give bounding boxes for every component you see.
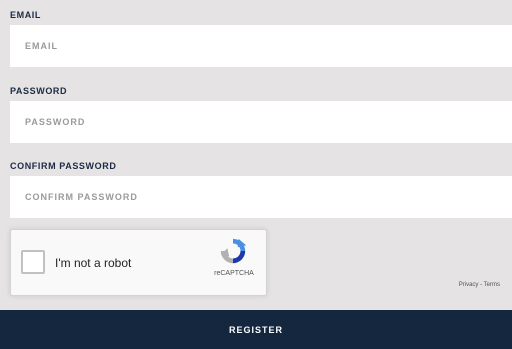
- captcha-privacy-terms-link[interactable]: Privacy - Terms: [459, 282, 500, 288]
- email-label: EMAIL: [10, 10, 41, 20]
- captcha-brand: reCAPTCHA: [214, 270, 254, 277]
- registration-form: EMAIL PASSWORD CONFIRM PASSWORD I'm not …: [0, 0, 512, 349]
- confirm-password-label: CONFIRM PASSWORD: [10, 161, 117, 171]
- recaptcha-widget: I'm not a robot reCAPTCHA: [10, 229, 267, 296]
- password-label: PASSWORD: [10, 86, 68, 96]
- captcha-label: I'm not a robot: [55, 256, 132, 270]
- password-field[interactable]: [10, 101, 512, 143]
- email-field[interactable]: [10, 25, 512, 67]
- captcha-checkbox[interactable]: [21, 250, 45, 274]
- register-button[interactable]: REGISTER: [0, 310, 512, 349]
- confirm-password-field[interactable]: [10, 176, 512, 218]
- recaptcha-logo-icon: [220, 238, 247, 264]
